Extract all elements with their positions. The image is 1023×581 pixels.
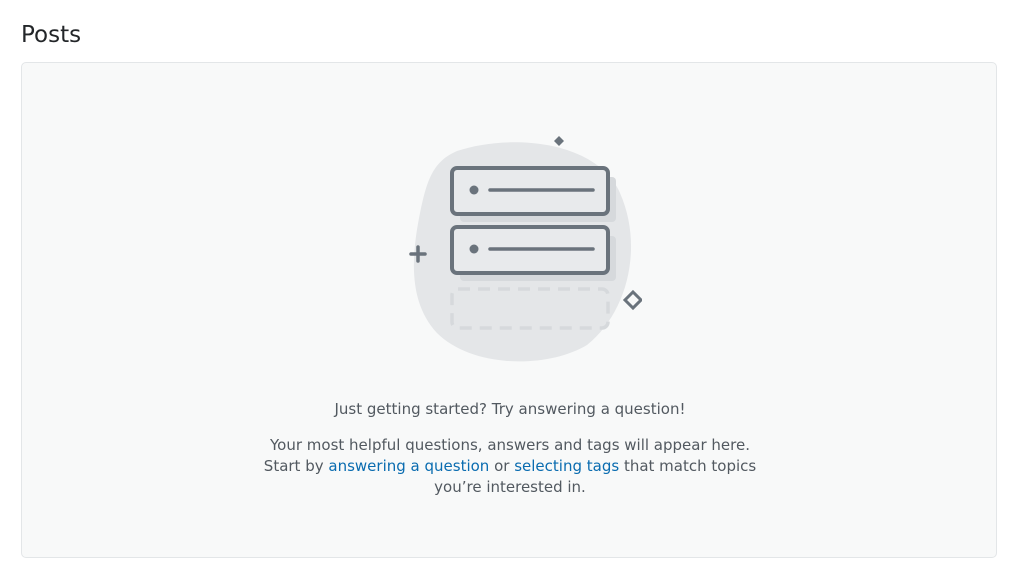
stacked-posts-icon xyxy=(409,136,642,362)
empty-state-description: Your most helpful questions, answers and… xyxy=(252,435,768,498)
empty-state-headline: Just getting started? Try answering a qu… xyxy=(334,400,686,418)
selecting-tags-link[interactable]: selecting tags xyxy=(514,457,619,475)
description-text-or: or xyxy=(494,457,510,475)
page-title: Posts xyxy=(21,22,82,48)
posts-empty-state: Just getting started? Try answering a qu… xyxy=(21,62,997,558)
posts-page: Posts Just getting started? Try answerin… xyxy=(0,0,1023,581)
sparkle-diamond-small xyxy=(554,136,564,146)
answering-question-link[interactable]: answering a question xyxy=(328,457,489,475)
sparkle-diamond-outline xyxy=(622,289,642,311)
